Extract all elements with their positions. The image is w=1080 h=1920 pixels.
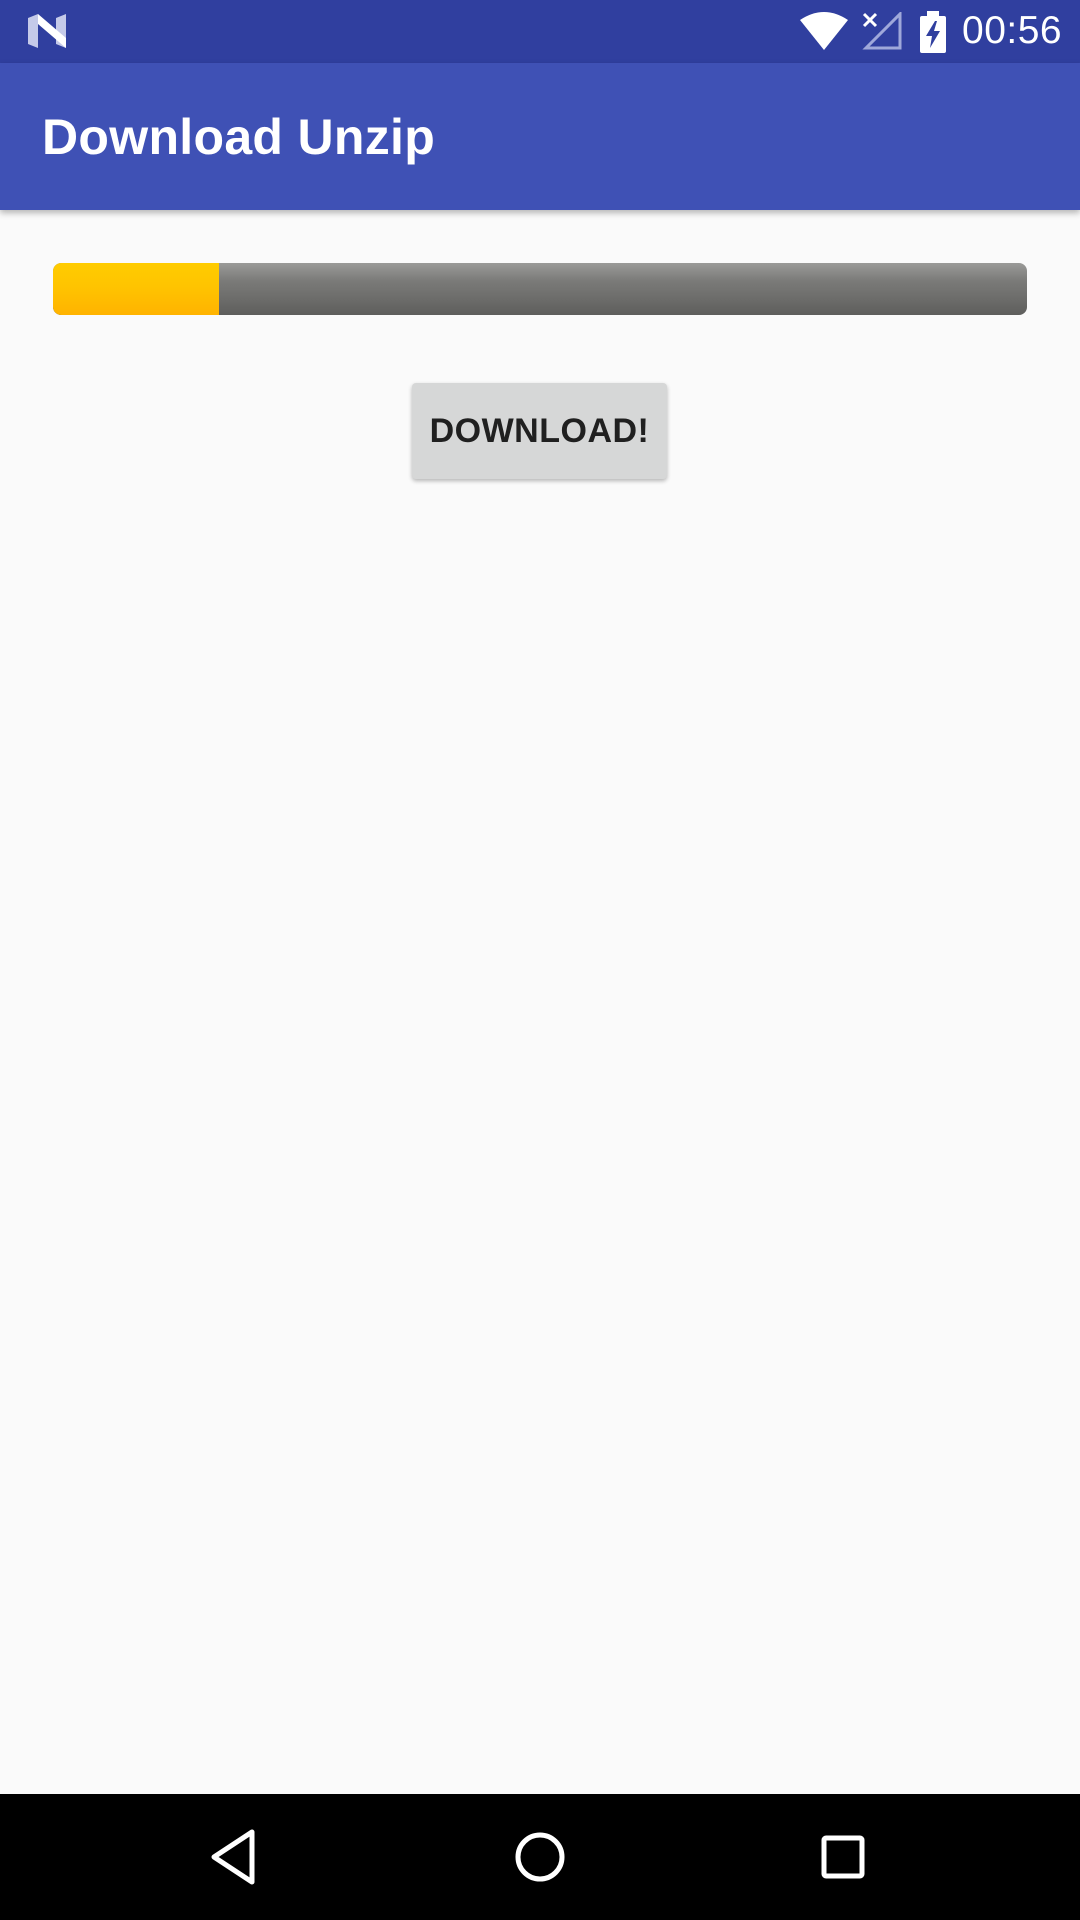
no-signal-icon	[862, 12, 902, 50]
status-clock: 00:56	[962, 9, 1063, 52]
app-title: Download Unzip	[42, 109, 436, 165]
navigation-bar	[0, 1794, 1080, 1920]
download-progress-fill	[53, 263, 219, 315]
download-progress-bar	[53, 263, 1027, 315]
notification-n-icon	[28, 14, 66, 48]
wifi-icon	[800, 12, 848, 50]
home-icon[interactable]	[505, 1822, 575, 1892]
app-bar: Download Unzip	[0, 63, 1080, 210]
battery-charging-icon	[920, 11, 946, 53]
download-button[interactable]: DOWNLOAD!	[412, 383, 667, 479]
status-bar: 00:56	[0, 0, 1080, 63]
screen: 00:56 Download Unzip DOWNLOAD!	[0, 0, 1080, 1920]
back-icon[interactable]	[200, 1822, 270, 1892]
recents-icon[interactable]	[808, 1822, 878, 1892]
